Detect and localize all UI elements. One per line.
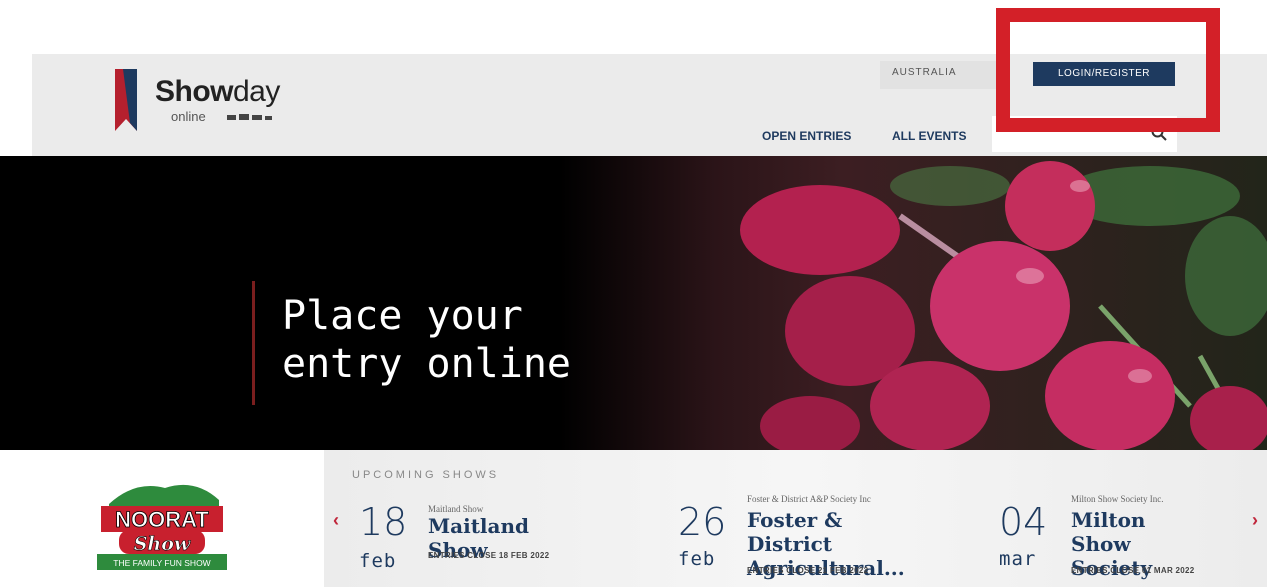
sponsor-tagline: THE FAMILY FUN SHOW [113,558,210,568]
sponsor-title: NOORAT [115,507,209,532]
show-month: mar [999,548,1037,570]
show-entries-close: ENTRIES CLOSE 01 MAR 2022 [1071,566,1195,575]
show-title-line-1: Foster & District [747,508,843,556]
logo-light-text: day [233,75,280,108]
livestock-icon [227,114,272,120]
hero-banner: Place your entry online [0,156,1267,450]
logo-subtitle: online [171,109,206,124]
highlight-annotation-box [996,8,1220,132]
upcoming-shows-carousel: UPCOMING SHOWS ‹ › 18 feb Maitland Show … [324,450,1267,587]
bottom-section: NOORAT Show THE FAMILY FUN SHOW UPCOMING… [0,450,1267,587]
hero-accent-line [252,281,255,405]
radish-image [740,161,1267,450]
showday-logo[interactable]: Showday online [115,67,295,137]
hero-headline: Place your entry online [282,292,571,388]
noorat-show-logo[interactable]: NOORAT Show THE FAMILY FUN SHOW [95,472,230,572]
upcoming-shows-label: UPCOMING SHOWS [352,469,500,481]
show-day: 04 [999,500,1048,544]
hero-line-1: Place your [282,293,523,339]
show-month: feb [359,550,397,572]
show-title-line-1: Milton Show [1071,508,1146,556]
carousel-next-icon[interactable]: › [1252,510,1258,531]
show-entries-close: ENTRIES CLOSE 18 FEB 2022 [428,551,550,560]
sponsor-subtitle: Show [134,533,191,555]
country-selector[interactable]: AUSTRALIA [880,61,998,89]
logo-wordmark: Showday [155,75,280,109]
show-organiser: Foster & District A&P Society Inc [747,494,871,504]
show-organiser: Maitland Show [428,504,484,514]
carousel-prev-icon[interactable]: ‹ [333,510,339,531]
show-organiser: Milton Show Society Inc. [1071,494,1164,504]
nav-open-entries[interactable]: OPEN ENTRIES [762,129,851,143]
show-month: feb [678,548,716,570]
ribbon-icon [115,69,137,131]
hero-line-2: entry online [282,341,571,387]
nav-all-events[interactable]: ALL EVENTS [892,129,966,143]
show-entries-close: ENTRIES CLOSE 21 FEB 2022 [747,566,869,575]
show-day: 26 [678,500,727,544]
logo-bold-text: Show [155,75,234,108]
show-day: 18 [359,500,408,544]
noorat-show-emblem: NOORAT Show THE FAMILY FUN SHOW [97,484,227,570]
